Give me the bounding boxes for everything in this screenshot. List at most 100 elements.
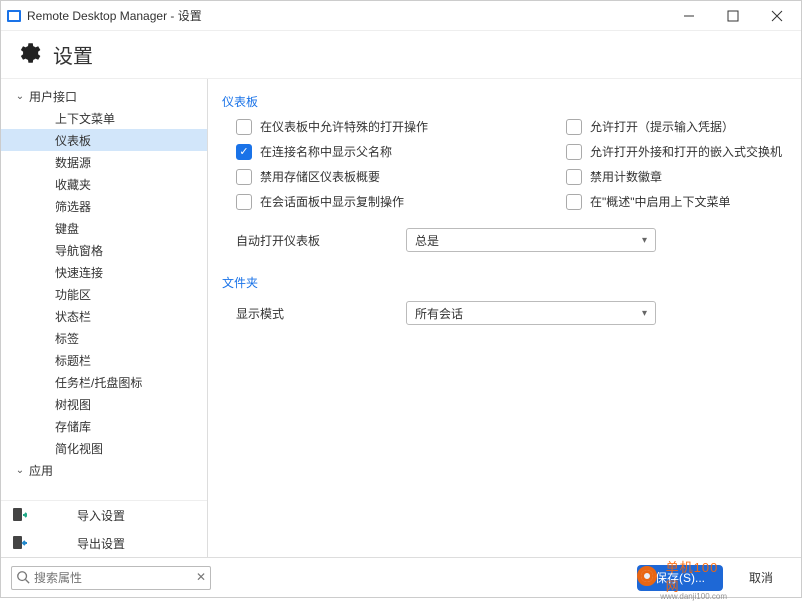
- minimize-button[interactable]: [667, 1, 711, 31]
- tree-item-label: 简化视图: [53, 440, 103, 457]
- save-button[interactable]: 保存(S)...: [637, 565, 723, 591]
- save-label: 保存(S)...: [655, 569, 705, 586]
- tree-item-label: 筛选器: [53, 198, 91, 215]
- import-settings-button[interactable]: 导入设置: [1, 501, 207, 529]
- app-icon: [7, 10, 21, 22]
- checkbox[interactable]: [236, 169, 252, 185]
- section-folder-title: 文件夹: [222, 274, 787, 291]
- auto-open-row: 自动打开仪表板 总是 ▾: [236, 228, 787, 252]
- section-dashboard-title: 仪表板: [222, 93, 787, 110]
- checkbox-row: 禁用计数徽章: [566, 168, 787, 185]
- tree-item[interactable]: 导航窗格: [1, 239, 207, 261]
- cancel-button[interactable]: 取消: [731, 565, 791, 591]
- export-settings-button[interactable]: 导出设置: [1, 529, 207, 557]
- close-button[interactable]: [755, 1, 799, 31]
- auto-open-select[interactable]: 总是 ▾: [406, 228, 656, 252]
- chevron-down-icon: ⌄: [13, 465, 27, 476]
- page-title: 设置: [53, 40, 93, 69]
- checkbox-row: ✓ 在连接名称中显示父名称: [236, 143, 566, 160]
- tree-item[interactable]: 存储库: [1, 415, 207, 437]
- checkbox-row: 在仪表板中允许特殊的打开操作: [236, 118, 566, 135]
- checkbox[interactable]: ✓: [236, 144, 252, 160]
- tree-item-label: 收藏夹: [53, 176, 91, 193]
- tree-item[interactable]: 标签: [1, 327, 207, 349]
- import-label: 导入设置: [77, 507, 125, 524]
- tree-item-label: 导航窗格: [53, 242, 103, 259]
- tree-item-label: 数据源: [53, 154, 91, 171]
- tree-item[interactable]: 功能区: [1, 283, 207, 305]
- checkbox-label: 允许打开外接和打开的嵌入式交换机: [590, 143, 782, 160]
- checkbox[interactable]: [566, 144, 582, 160]
- tree-item[interactable]: 标题栏: [1, 349, 207, 371]
- tree-item-label: 仪表板: [53, 132, 91, 149]
- checkbox-label: 在仪表板中允许特殊的打开操作: [260, 118, 428, 135]
- search-wrap: ✕: [11, 566, 211, 590]
- checkbox[interactable]: [566, 119, 582, 135]
- tree-item[interactable]: 收藏夹: [1, 173, 207, 195]
- tree-item-label: 应用: [27, 462, 53, 479]
- tree-item-label: 键盘: [53, 220, 79, 237]
- tree-item-label: 标题栏: [53, 352, 91, 369]
- tree-item[interactable]: 上下文菜单: [1, 107, 207, 129]
- tree-item[interactable]: 树视图: [1, 393, 207, 415]
- content-panel: 仪表板 在仪表板中允许特殊的打开操作 允许打开（提示输入凭据） ✓ 在连接名称中显示父…: [208, 79, 801, 557]
- import-icon: [11, 507, 27, 523]
- tree-item[interactable]: 键盘: [1, 217, 207, 239]
- cancel-label: 取消: [749, 569, 773, 586]
- checkbox-label: 禁用计数徽章: [590, 168, 662, 185]
- tree-item-label: 状态栏: [53, 308, 91, 325]
- tree-item[interactable]: 数据源: [1, 151, 207, 173]
- display-mode-label: 显示模式: [236, 305, 406, 322]
- chevron-down-icon: ⌄: [13, 91, 27, 102]
- checkbox-row: 在会话面板中显示复制操作: [236, 193, 566, 210]
- checkbox-row: 禁用存储区仪表板概要: [236, 168, 566, 185]
- checkbox[interactable]: [236, 119, 252, 135]
- tree-item-label: 标签: [53, 330, 79, 347]
- maximize-button[interactable]: [711, 1, 755, 31]
- search-icon: [16, 570, 30, 587]
- auto-open-value: 总是: [415, 232, 439, 249]
- tree-item-label: 功能区: [53, 286, 91, 303]
- export-label: 导出设置: [77, 535, 125, 552]
- tree-item[interactable]: 筛选器: [1, 195, 207, 217]
- checkbox-label: 在"概述"中启用上下文菜单: [590, 193, 731, 210]
- checkbox-label: 在会话面板中显示复制操作: [260, 193, 404, 210]
- checkbox-row: 在"概述"中启用上下文菜单: [566, 193, 787, 210]
- tree-item[interactable]: 任务栏/托盘图标: [1, 371, 207, 393]
- clear-search-icon[interactable]: ✕: [196, 570, 206, 584]
- auto-open-label: 自动打开仪表板: [236, 232, 406, 249]
- checkbox[interactable]: [236, 194, 252, 210]
- footer: ✕ 保存(S)... 单机100网 www.danji100.com 取消: [1, 557, 801, 597]
- checkbox-label: 允许打开（提示输入凭据）: [590, 118, 734, 135]
- tree-item-label: 存储库: [53, 418, 91, 435]
- checkbox-grid: 在仪表板中允许特殊的打开操作 允许打开（提示输入凭据） ✓ 在连接名称中显示父名称 允许…: [236, 118, 787, 210]
- body: ⌄用户接口上下文菜单仪表板数据源收藏夹筛选器键盘导航窗格快速连接功能区状态栏标签…: [1, 79, 801, 557]
- tree-item-label: 快速连接: [53, 264, 103, 281]
- window-title: Remote Desktop Manager - 设置: [27, 7, 667, 24]
- tree-item[interactable]: 快速连接: [1, 261, 207, 283]
- checkbox[interactable]: [566, 169, 582, 185]
- checkbox[interactable]: [566, 194, 582, 210]
- display-mode-row: 显示模式 所有会话 ▾: [236, 301, 787, 325]
- tree-item[interactable]: 简化视图: [1, 437, 207, 459]
- tree-group[interactable]: ⌄用户接口: [1, 85, 207, 107]
- chevron-down-icon: ▾: [642, 235, 647, 246]
- title-bar: Remote Desktop Manager - 设置: [1, 1, 801, 31]
- tree-group[interactable]: ⌄应用: [1, 459, 207, 481]
- checkbox-label: 在连接名称中显示父名称: [260, 143, 392, 160]
- tree-item[interactable]: 仪表板: [1, 129, 207, 151]
- checkbox-row: 允许打开（提示输入凭据）: [566, 118, 787, 135]
- sidebar: ⌄用户接口上下文菜单仪表板数据源收藏夹筛选器键盘导航窗格快速连接功能区状态栏标签…: [1, 79, 208, 557]
- gear-icon: [15, 40, 41, 69]
- export-icon: [11, 535, 27, 551]
- nav-tree: ⌄用户接口上下文菜单仪表板数据源收藏夹筛选器键盘导航窗格快速连接功能区状态栏标签…: [1, 79, 207, 500]
- checkbox-row: 允许打开外接和打开的嵌入式交换机: [566, 143, 787, 160]
- tree-item-label: 树视图: [53, 396, 91, 413]
- tree-item-label: 任务栏/托盘图标: [53, 374, 142, 391]
- checkbox-label: 禁用存储区仪表板概要: [260, 168, 380, 185]
- search-input[interactable]: [11, 566, 211, 590]
- sidebar-actions: 导入设置 导出设置: [1, 500, 207, 557]
- tree-item[interactable]: 状态栏: [1, 305, 207, 327]
- chevron-down-icon: ▾: [642, 308, 647, 319]
- display-mode-select[interactable]: 所有会话 ▾: [406, 301, 656, 325]
